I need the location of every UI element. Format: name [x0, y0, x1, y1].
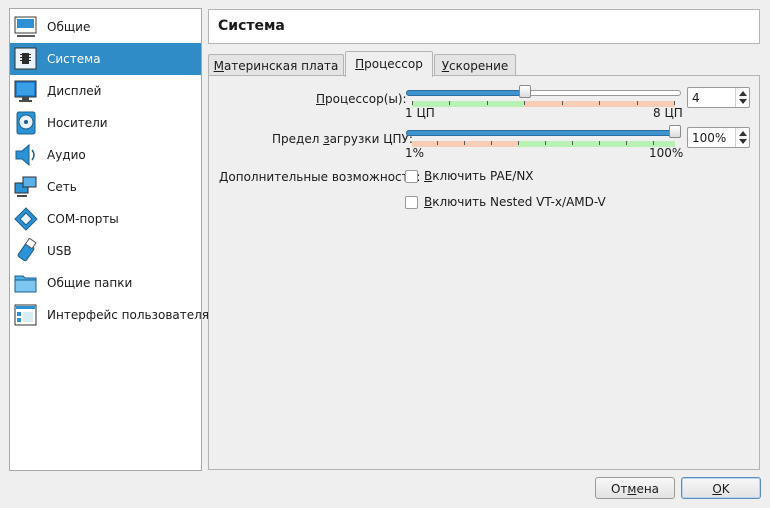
button-label: OK [712, 482, 730, 496]
tab-motherboard[interactable]: Материнская плата [208, 54, 344, 76]
slider-tick [437, 141, 438, 145]
sidebar-item-network[interactable]: Сеть [10, 171, 201, 203]
cpu-min-label: 1 ЦП [405, 106, 435, 120]
tab-processor[interactable]: Процессор [345, 51, 433, 77]
sidebar-item-label: Дисплей [47, 84, 102, 98]
extended-features-label: Дополнительные возможности: [219, 170, 421, 184]
slider-fill [406, 130, 675, 136]
pae-nx-checkbox[interactable] [405, 169, 418, 183]
nested-vtx-option[interactable]: Включить Nested VT-x/AMD-V [405, 195, 606, 209]
slider-tick [653, 141, 654, 145]
sidebar-item-general[interactable]: Общие [10, 11, 201, 43]
spin-up-icon[interactable] [739, 91, 747, 96]
pae-nx-label[interactable]: Включить PAE/NX [424, 169, 534, 183]
spin-up-icon[interactable] [739, 131, 747, 136]
spin-down-icon[interactable] [739, 139, 747, 144]
spin-buttons[interactable] [735, 88, 749, 107]
sidebar-item-display[interactable]: Дисплей [10, 75, 201, 107]
sidebar-item-serial-ports[interactable]: COM-порты [10, 203, 201, 235]
cpu-cap-min-label: 1% [405, 146, 425, 160]
sidebar-item-audio[interactable]: Аудио [10, 139, 201, 171]
slider-handle[interactable] [519, 85, 531, 98]
sidebar-item-label: Общие папки [47, 276, 133, 290]
cpu-cap-label: Предел загрузки ЦПУ: [272, 132, 413, 146]
nested-vtx-label[interactable]: Включить Nested VT-x/AMD-V [424, 195, 606, 209]
sidebar-item-system[interactable]: Система [10, 43, 201, 75]
sidebar-item-shared-folders[interactable]: Общие папки [10, 267, 201, 299]
user-interface-icon [13, 302, 39, 328]
cpu-count-spinbox[interactable]: 4 [687, 87, 750, 108]
slider-tick [599, 101, 600, 105]
sidebar-item-label: USB [47, 244, 72, 258]
sidebar-item-user-interface[interactable]: Интерфейс пользователя [10, 299, 209, 331]
cpu-max-label: 8 ЦП [653, 106, 683, 120]
system-icon [13, 46, 39, 72]
serial-ports-icon [13, 206, 39, 232]
slider-tick [637, 101, 638, 105]
sidebar-item-label: Сеть [47, 180, 77, 194]
storage-icon [13, 110, 39, 136]
cpu-count-slider[interactable] [406, 85, 681, 113]
nested-vtx-checkbox[interactable] [405, 195, 418, 209]
display-icon [13, 78, 39, 104]
cpu-count-value[interactable]: 4 [692, 91, 700, 105]
audio-icon [13, 142, 39, 168]
slider-handle[interactable] [669, 125, 681, 138]
spin-down-icon[interactable] [739, 99, 747, 104]
slider-tick [626, 141, 627, 145]
usb-icon [13, 237, 39, 264]
tab-label: Материнская плата [213, 59, 339, 73]
cpu-cap-max-label: 100% [649, 146, 684, 160]
slider-tick [464, 141, 465, 145]
ok-button[interactable]: OK [681, 477, 761, 499]
network-icon [13, 174, 39, 200]
sidebar-item-label: Система [47, 52, 101, 66]
cpu-cap-spinbox[interactable]: 100% [687, 127, 750, 148]
slider-tick [449, 101, 450, 105]
slider-tick [674, 101, 675, 105]
sidebar-item-label: Аудио [47, 148, 86, 162]
cpu-cap-value[interactable]: 100% [692, 131, 726, 145]
tab-label: Ускорение [441, 59, 509, 73]
cpu-cap-slider[interactable] [406, 125, 681, 153]
button-label: Отмена [610, 482, 660, 496]
slider-tick [518, 141, 519, 145]
slider-tick [487, 101, 488, 105]
warning-zone [412, 141, 518, 147]
processor-panel: Процессор(ы): 1 ЦП 8 ЦП 4 Предел загрузк… [208, 75, 760, 470]
spin-buttons[interactable] [735, 128, 749, 147]
sidebar-item-label: Носители [47, 116, 108, 130]
slider-fill [406, 90, 525, 96]
tab-label: Процессор [355, 57, 423, 71]
sidebar-item-label: Общие [47, 20, 91, 34]
slider-tick [562, 101, 563, 105]
cancel-button[interactable]: Отмена [595, 477, 675, 499]
settings-sidebar: Общие Система Дисплей Носители Аудио Сет… [9, 8, 209, 471]
slider-tick [599, 141, 600, 145]
sidebar-item-storage[interactable]: Носители [10, 107, 201, 139]
slider-tick [572, 141, 573, 145]
slider-tick [545, 141, 546, 145]
page-title: Система [208, 9, 760, 44]
cpu-count-label: Процессор(ы): [316, 92, 407, 106]
general-icon [13, 14, 39, 40]
sidebar-item-label: COM-порты [47, 212, 119, 226]
sidebar-item-label: Интерфейс пользователя [47, 308, 210, 322]
tab-acceleration[interactable]: Ускорение [434, 54, 516, 76]
slider-tick [412, 101, 413, 105]
pae-nx-option[interactable]: Включить PAE/NX [405, 169, 534, 183]
slider-tick [524, 101, 525, 105]
slider-tick [491, 141, 492, 145]
shared-folders-icon [13, 270, 39, 296]
sidebar-item-usb[interactable]: USB [10, 235, 201, 267]
